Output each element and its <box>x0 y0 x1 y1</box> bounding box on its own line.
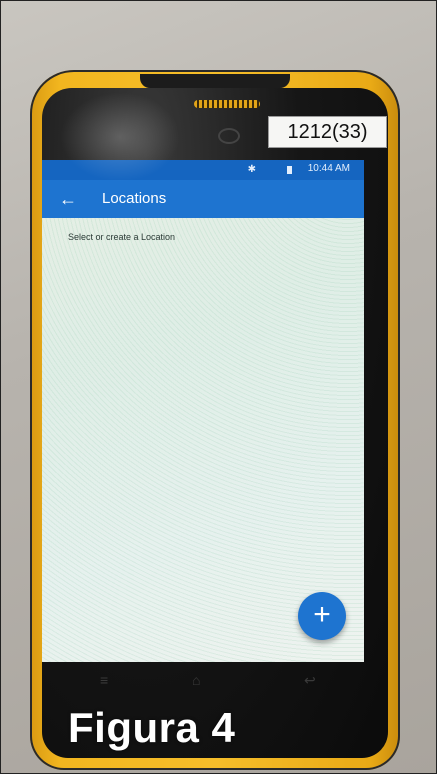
earpiece-speaker <box>194 100 260 108</box>
hardware-nav-keys: ≡ ⌂ ↩ <box>42 672 364 694</box>
home-key-icon[interactable]: ⌂ <box>192 672 200 688</box>
empty-state-hint: Select or create a Location <box>68 232 176 242</box>
phone-top-bumper <box>140 74 290 88</box>
front-camera-icon <box>218 128 240 144</box>
page-title: Locations <box>102 190 167 207</box>
add-location-button[interactable]: + <box>298 592 346 640</box>
battery-icon <box>287 166 292 174</box>
plus-icon: + <box>313 598 331 631</box>
figure-caption: Figura 4 <box>68 704 236 751</box>
label-sticker: 1212(33) <box>268 116 387 148</box>
app-bar: ← Locations <box>42 180 364 218</box>
bluetooth-icon: ✱ <box>247 164 256 175</box>
phone-screen: ✱ 10:44 AM ← Locations Select or create … <box>42 160 364 662</box>
status-time: 10:44 AM <box>307 163 350 174</box>
back-key-icon[interactable]: ↩ <box>304 672 316 689</box>
status-bar: ✱ 10:44 AM <box>42 160 364 180</box>
back-arrow-icon[interactable]: ← <box>56 187 80 211</box>
menu-key-icon[interactable]: ≡ <box>100 672 108 688</box>
